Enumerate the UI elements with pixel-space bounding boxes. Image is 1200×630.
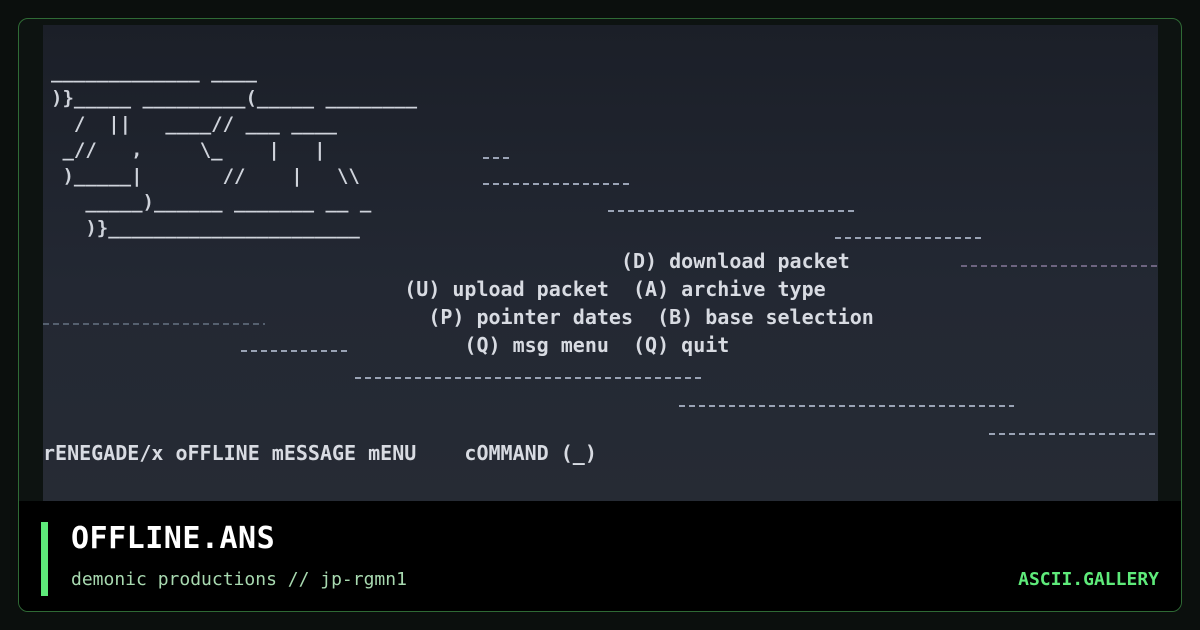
dash-line-decoration xyxy=(989,433,1158,435)
artwork-title: OFFLINE.ANS xyxy=(71,521,276,556)
dash-line-decoration xyxy=(961,265,1158,267)
dash-line-decoration xyxy=(483,183,633,185)
dash-line-decoration xyxy=(679,405,1014,407)
menu-line-4: (Q) msg menu (Q) quit xyxy=(43,333,730,357)
accent-bar xyxy=(41,522,48,596)
preview-card: _____________ ____ )}_____ _________(___… xyxy=(18,18,1182,612)
dash-line-decoration xyxy=(608,210,858,212)
site-brand[interactable]: ASCII.GALLERY xyxy=(1018,569,1159,590)
dash-line-decoration xyxy=(483,157,513,159)
ascii-logo: _____________ ____ )}_____ _________(___… xyxy=(51,61,418,239)
ansi-artwork-preview: _____________ ____ )}_____ _________(___… xyxy=(43,25,1158,501)
artwork-subtitle: demonic productions // jp-rgmn1 xyxy=(71,569,407,590)
menu-line-2: (U) upload packet (A) archive type xyxy=(43,277,826,301)
caption-bar: OFFLINE.ANS demonic productions // jp-rg… xyxy=(19,501,1181,611)
status-line: rENEGADE/x oFFLINE mESSAGE mENU cOMMAND … xyxy=(43,441,597,465)
dash-line-decoration xyxy=(355,377,705,379)
menu-line-3: (P) pointer dates (B) base selection xyxy=(43,305,874,329)
menu-line-1: (D) download packet xyxy=(43,249,850,273)
dash-line-decoration xyxy=(835,237,985,239)
